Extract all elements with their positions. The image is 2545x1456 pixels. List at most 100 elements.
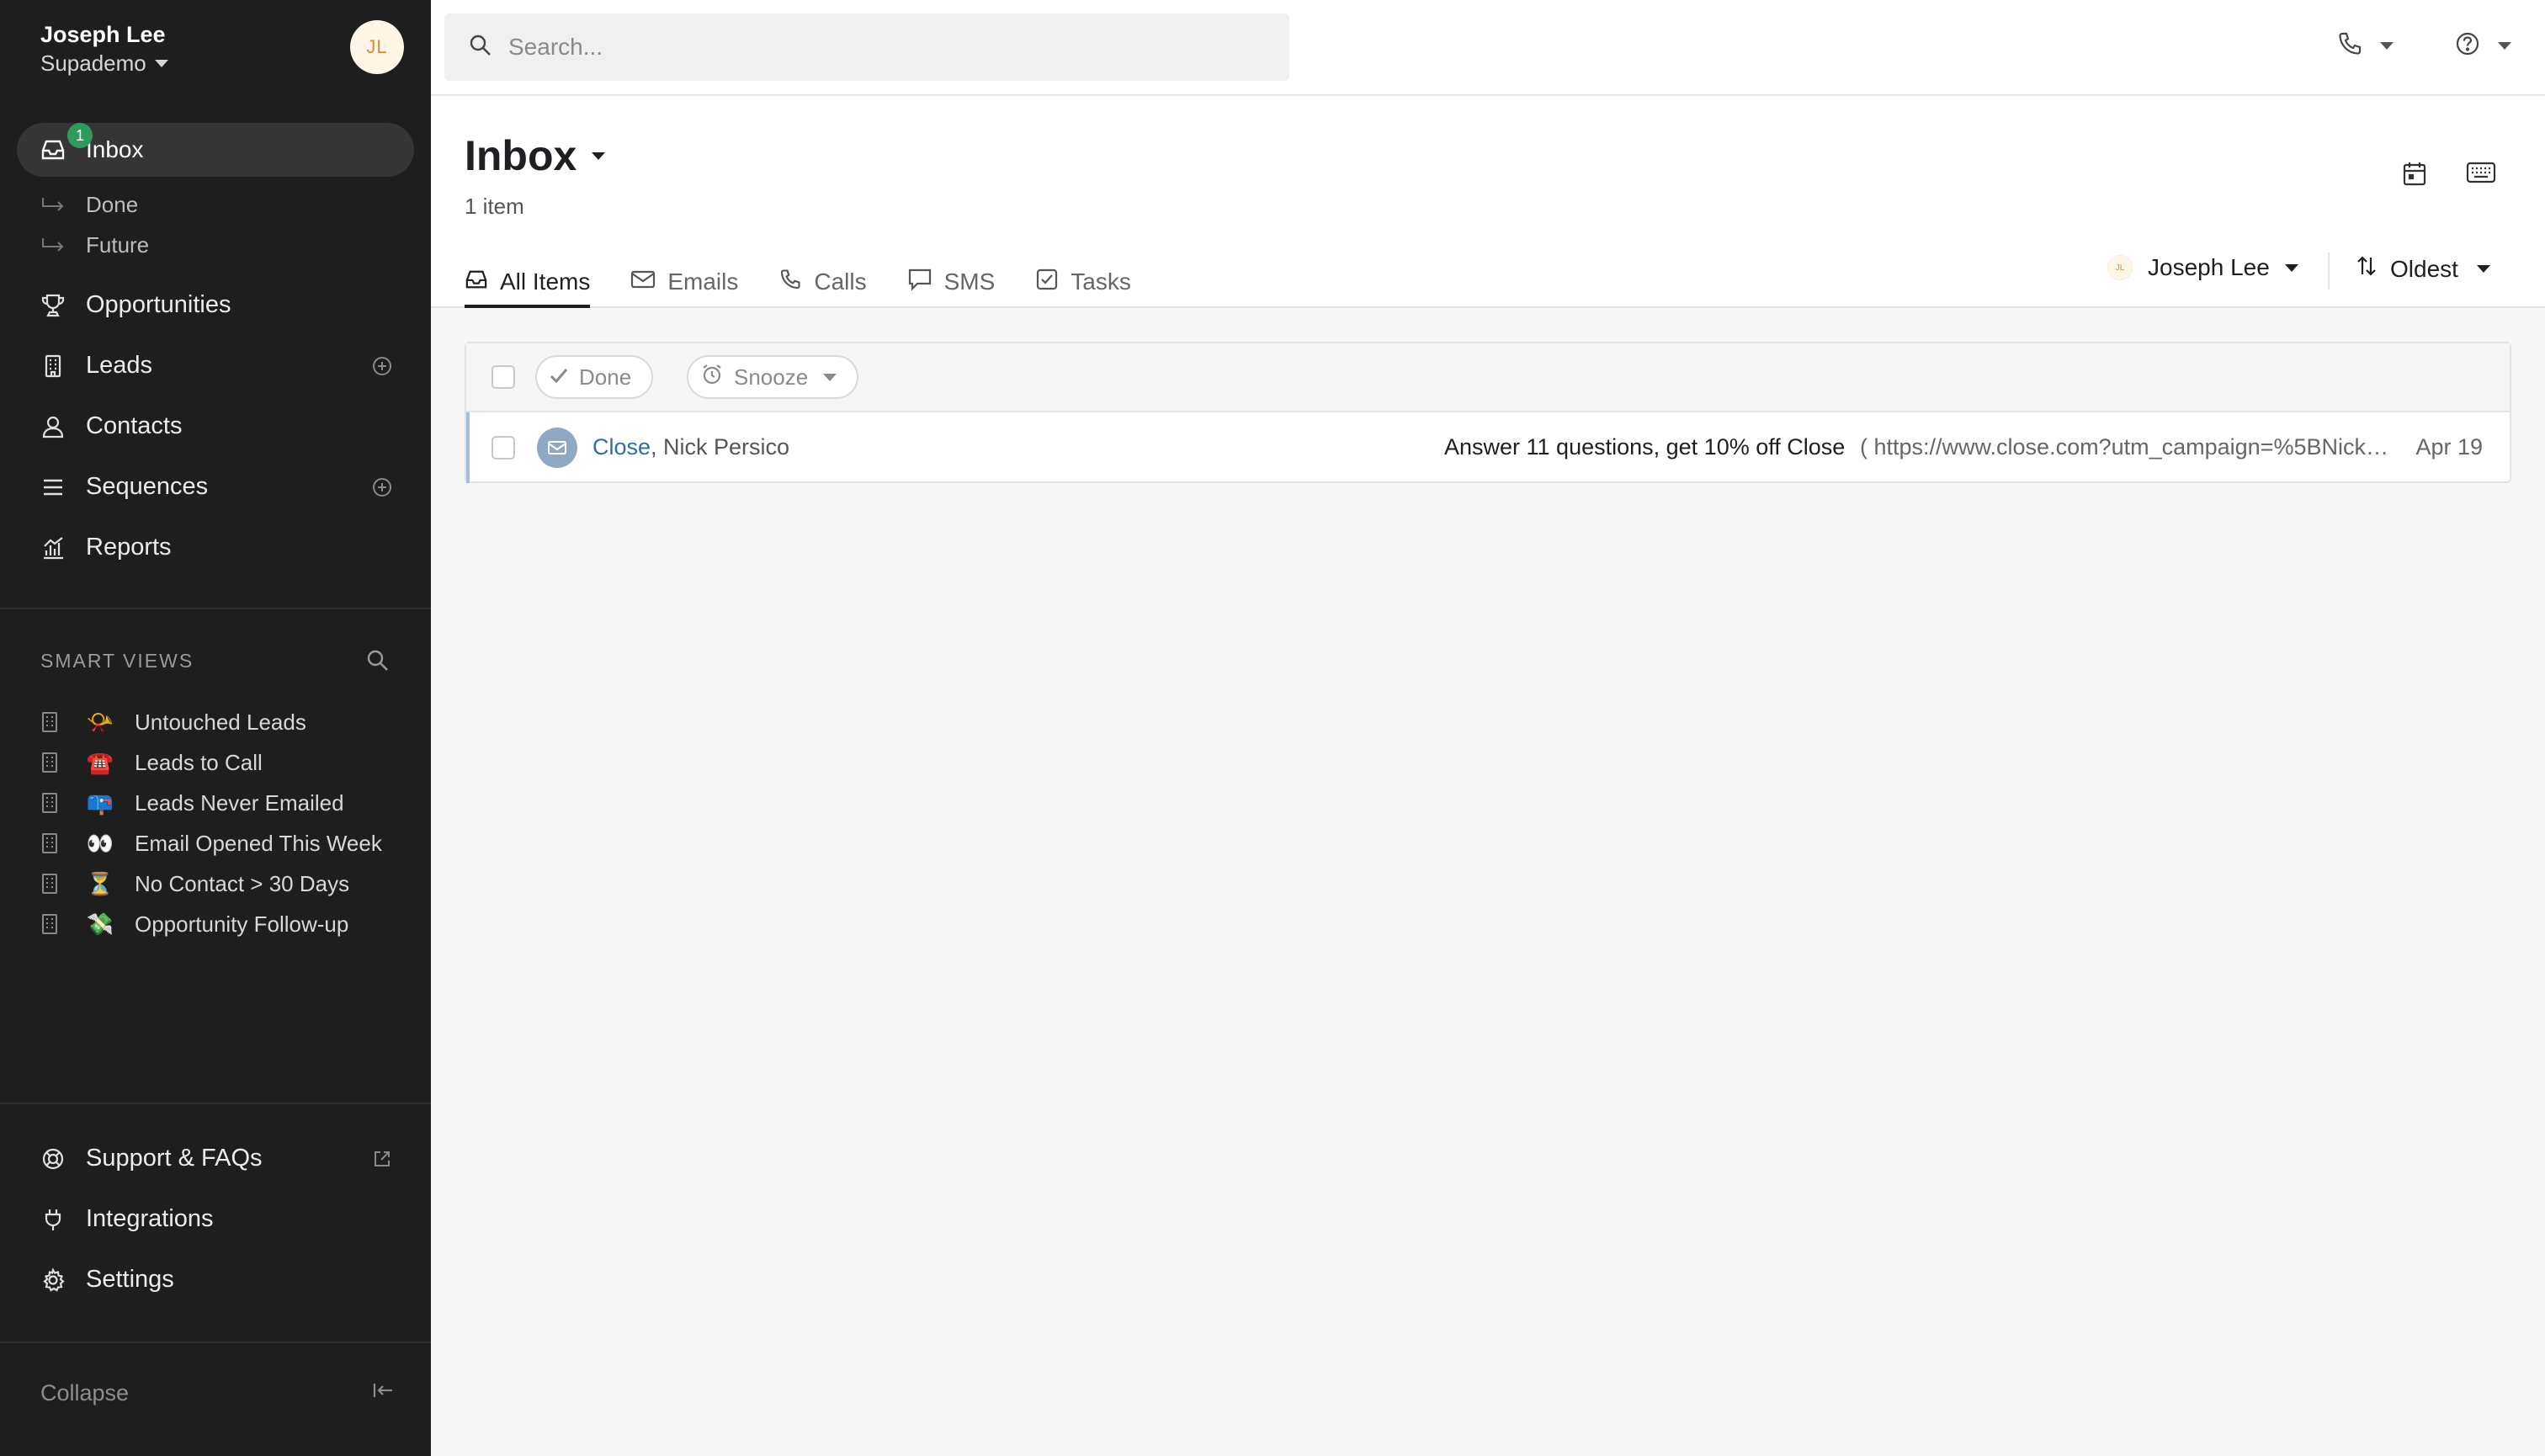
inbox-count-badge: 1 <box>67 123 93 148</box>
avatar: JL <box>2107 255 2133 280</box>
item-count: 1 item <box>465 194 524 219</box>
tab-sms[interactable]: SMS <box>907 256 996 308</box>
sidebar-divider <box>0 1103 431 1104</box>
gear-icon <box>40 1267 66 1299</box>
sidebar-item-integrations[interactable]: Integrations <box>17 1192 414 1246</box>
inbox-icon <box>40 138 66 167</box>
alarm-clock-icon <box>700 363 724 392</box>
lifebuoy-icon <box>40 1146 66 1178</box>
caret-down-icon <box>2380 42 2394 50</box>
email-icon <box>537 428 577 468</box>
smart-view-item[interactable]: ⏳ No Contact > 30 Days <box>40 867 349 901</box>
sidebar-item-done[interactable]: Done <box>40 192 138 218</box>
help-menu-button[interactable] <box>2454 30 2511 61</box>
snooze-label: Snooze <box>734 364 809 390</box>
lead-link[interactable]: Close <box>592 434 651 460</box>
inbox-icon <box>465 268 488 296</box>
subitem-arrow-icon <box>42 237 64 252</box>
smart-view-emoji: 📯 <box>86 709 114 735</box>
user-filter-dropdown[interactable]: JL Joseph Lee <box>2107 254 2298 281</box>
org-name: Supademo <box>40 50 146 76</box>
page-title-dropdown[interactable]: Inbox <box>465 131 606 180</box>
sidebar-item-label: Reports <box>86 533 172 561</box>
user-avatar[interactable]: JL <box>350 20 404 74</box>
sidebar-item-support[interactable]: Support & FAQs <box>17 1131 414 1185</box>
row-from: Close, Nick Persico <box>592 434 789 460</box>
calendar-icon[interactable] <box>2402 160 2427 191</box>
user-filter-label: Joseph Lee <box>2148 254 2270 280</box>
user-block: Joseph Lee Supademo <box>40 20 168 77</box>
caret-down-icon <box>2476 265 2490 273</box>
tab-all-items[interactable]: All Items <box>465 256 591 308</box>
list-lines-icon <box>40 475 66 507</box>
smart-view-item[interactable]: 📪 Leads Never Emailed <box>40 786 344 820</box>
phone-icon <box>2336 30 2363 61</box>
sidebar-item-leads[interactable]: Leads <box>17 338 414 392</box>
smart-view-item[interactable]: 👀 Email Opened This Week <box>40 826 382 860</box>
tab-calls[interactable]: Calls <box>778 256 867 308</box>
tab-label: SMS <box>943 268 996 295</box>
search-box[interactable] <box>444 13 1289 81</box>
table-row[interactable]: Close, Nick Persico Answer 11 questions,… <box>466 412 2510 483</box>
keyboard-icon[interactable] <box>2466 160 2496 189</box>
sidebar-item-label: Settings <box>86 1265 174 1293</box>
collapse-sidebar-button[interactable]: Collapse <box>40 1380 394 1406</box>
phone-menu-button[interactable] <box>2336 30 2394 61</box>
sidebar-item-settings[interactable]: Settings <box>17 1252 414 1306</box>
filter-divider <box>2328 252 2330 290</box>
tab-emails[interactable]: Emails <box>630 256 738 308</box>
building-icon <box>40 792 66 814</box>
select-all-checkbox[interactable] <box>491 365 515 389</box>
building-icon <box>40 913 66 935</box>
smart-view-label: No Contact > 30 Days <box>135 870 350 896</box>
sidebar-item-future[interactable]: Future <box>40 232 149 258</box>
sidebar-item-label: Contacts <box>86 412 183 439</box>
trophy-icon <box>40 293 66 325</box>
tab-label: Emails <box>667 268 739 295</box>
chat-bubble-icon <box>907 268 932 297</box>
smart-view-emoji: 📪 <box>86 789 114 816</box>
caret-down-icon <box>2498 42 2511 50</box>
tab-tasks[interactable]: Tasks <box>1035 256 1131 308</box>
smart-view-label: Opportunity Follow-up <box>135 911 349 937</box>
sidebar-item-sequences[interactable]: Sequences <box>17 460 414 513</box>
sidebar-item-opportunities[interactable]: Opportunities <box>17 278 414 332</box>
subitem-arrow-icon <box>42 197 64 211</box>
smart-views-header: SMART VIEWS <box>40 650 194 672</box>
tab-label: Calls <box>814 268 867 295</box>
caret-down-icon <box>823 373 837 381</box>
row-checkbox[interactable] <box>491 436 515 460</box>
smart-view-label: Email Opened This Week <box>135 830 382 856</box>
sort-dropdown[interactable]: Oldest <box>2355 254 2490 284</box>
user-name: Joseph Lee <box>40 22 166 47</box>
building-icon <box>40 873 66 895</box>
list-toolbar: Done Snooze <box>466 343 2510 412</box>
smart-view-label: Leads Never Emailed <box>135 789 344 816</box>
add-sequence-icon[interactable] <box>372 476 392 504</box>
inbox-list: Done Snooze Close, Nick Persico Answer 1… <box>465 342 2511 483</box>
search-input[interactable] <box>508 34 1266 61</box>
done-button[interactable]: Done <box>535 355 654 399</box>
add-lead-icon[interactable] <box>372 355 392 383</box>
checkbox-task-icon <box>1035 268 1059 297</box>
smart-views-search-icon[interactable] <box>365 648 391 678</box>
smart-view-emoji: ⏳ <box>86 870 114 896</box>
row-subject: Answer 11 questions, get 10% off Close <box>1444 434 1846 460</box>
sidebar-divider <box>0 608 431 609</box>
caret-down-icon <box>592 151 606 160</box>
smart-view-label: Leads to Call <box>135 749 263 775</box>
smart-view-item[interactable]: ☎️ Leads to Call <box>40 746 263 779</box>
org-switcher[interactable]: Supademo <box>40 49 168 77</box>
sidebar-item-contacts[interactable]: Contacts <box>17 399 414 453</box>
smart-view-emoji: 💸 <box>86 911 114 937</box>
sort-label: Oldest <box>2390 255 2458 282</box>
sidebar-item-inbox[interactable]: 1 Inbox <box>17 123 414 177</box>
sidebar-item-label: Opportunities <box>86 290 231 318</box>
sidebar-item-reports[interactable]: Reports <box>17 520 414 574</box>
smart-view-item[interactable]: 💸 Opportunity Follow-up <box>40 907 348 941</box>
row-preview: ( https://www.close.com?utm_campaign=%5B… <box>1860 434 2390 460</box>
smart-view-label: Untouched Leads <box>135 709 306 735</box>
smart-view-item[interactable]: 📯 Untouched Leads <box>40 705 306 739</box>
snooze-button[interactable]: Snooze <box>687 355 859 399</box>
caret-down-icon <box>154 59 168 67</box>
